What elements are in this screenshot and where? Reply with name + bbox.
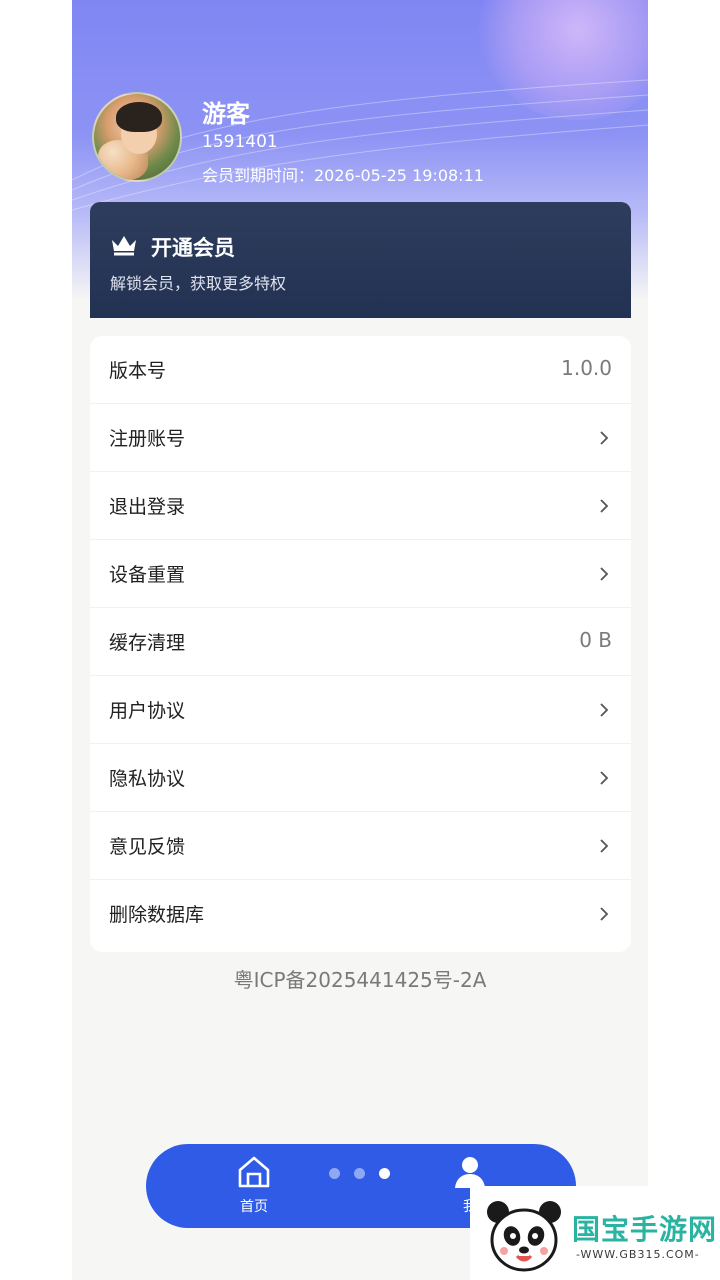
chevron-right-icon (600, 499, 609, 513)
watermark-title: 国宝手游网 (572, 1213, 718, 1246)
vip-title: 开通会员 (151, 236, 235, 260)
settings-row-user-agreement[interactable]: 用户协议 (90, 676, 631, 744)
pager-dot (354, 1168, 365, 1179)
settings-row-label: 意见反馈 (109, 836, 186, 858)
settings-row-label: 隐私协议 (109, 768, 186, 790)
panda-logo-icon (487, 1201, 561, 1272)
user-name: 游客 (202, 100, 250, 128)
settings-row-delete-database[interactable]: 删除数据库 (90, 880, 631, 948)
person-icon (455, 1157, 485, 1188)
settings-row-label: 删除数据库 (109, 904, 205, 926)
settings-row-device-reset[interactable]: 设备重置 (90, 540, 631, 608)
chevron-right-icon (600, 839, 609, 853)
pager-dots (329, 1168, 391, 1180)
crown-icon (112, 236, 136, 256)
settings-row-version: 版本号 1.0.0 (90, 336, 631, 404)
avatar[interactable] (92, 92, 182, 182)
tab-home-label: 首页 (240, 1199, 268, 1215)
settings-row-label: 退出登录 (109, 496, 186, 518)
chevron-right-icon (600, 907, 609, 921)
settings-row-logout[interactable]: 退出登录 (90, 472, 631, 540)
settings-row-feedback[interactable]: 意见反馈 (90, 812, 631, 880)
user-id: 1591401 (202, 132, 278, 152)
cache-size-value: 0 B (579, 628, 612, 652)
settings-list: 版本号 1.0.0 注册账号 退出登录 设备重置 缓存清理 0 B 用户协议 隐… (90, 336, 631, 952)
settings-row-clear-cache[interactable]: 缓存清理 0 B (90, 608, 631, 676)
vip-subtitle: 解锁会员，获取更多特权 (110, 274, 287, 293)
tab-home[interactable]: 首页 (214, 1154, 294, 1220)
pager-dot-active (379, 1168, 390, 1179)
version-value: 1.0.0 (561, 356, 612, 380)
settings-row-label: 版本号 (109, 360, 167, 382)
settings-row-register[interactable]: 注册账号 (90, 404, 631, 472)
chevron-right-icon (600, 703, 609, 717)
app-screen: 游客 1591401 会员到期时间：2026-05-25 19:08:11 开通… (72, 0, 648, 1280)
home-icon (238, 1156, 270, 1188)
chevron-right-icon (600, 771, 609, 785)
site-watermark: 国宝手游网 -WWW.GB315.COM- (470, 1186, 720, 1280)
avatar-hair (116, 102, 162, 132)
settings-row-label: 用户协议 (109, 700, 186, 722)
chevron-right-icon (600, 431, 609, 445)
settings-row-label: 缓存清理 (109, 632, 186, 654)
vip-upgrade-card[interactable]: 开通会员 解锁会员，获取更多特权 (90, 202, 631, 318)
membership-expiry: 会员到期时间：2026-05-25 19:08:11 (202, 166, 484, 185)
settings-row-privacy-policy[interactable]: 隐私协议 (90, 744, 631, 812)
pager-dot (329, 1168, 340, 1179)
icp-license-text: 粤ICP备2025441425号-2A (233, 968, 487, 992)
settings-row-label: 设备重置 (109, 564, 186, 586)
watermark-url: -WWW.GB315.COM- (576, 1248, 700, 1261)
settings-row-label: 注册账号 (109, 428, 186, 450)
chevron-right-icon (600, 567, 609, 581)
